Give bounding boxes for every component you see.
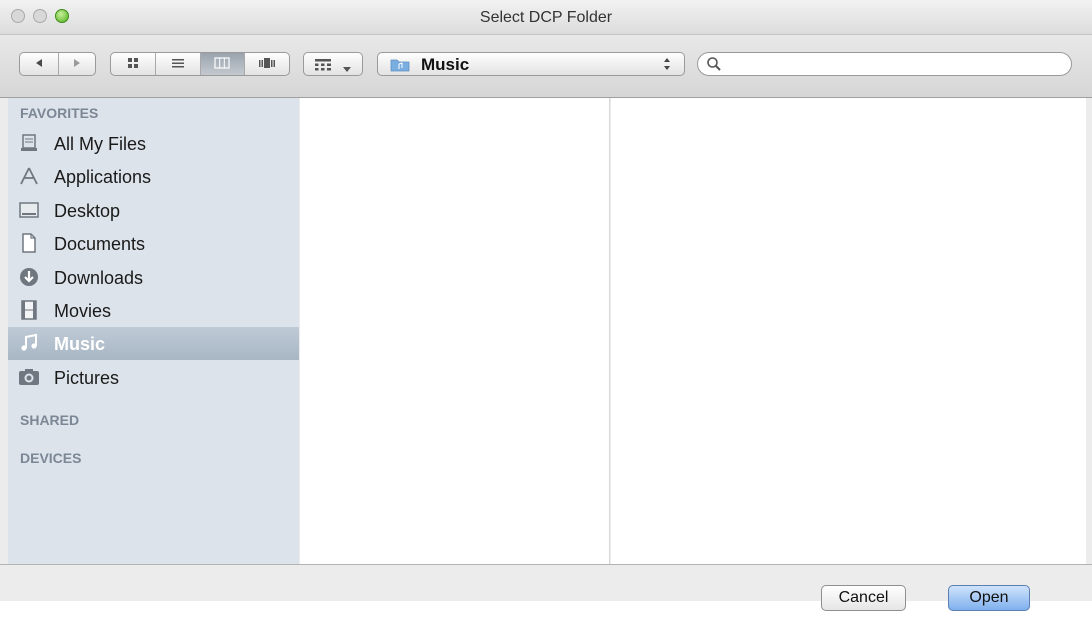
view-mode-control	[110, 52, 290, 76]
sidebar-item-pictures[interactable]: Pictures	[8, 361, 299, 394]
list-view-button[interactable]	[156, 53, 201, 75]
sidebar: FAVORITES All My Files Applications Desk…	[8, 98, 299, 564]
sidebar-item-applications[interactable]: Applications	[8, 160, 299, 193]
location-label: Music	[421, 55, 470, 74]
movies-icon	[18, 299, 40, 321]
section-header-shared: SHARED	[20, 412, 80, 428]
title-bar: Select DCP Folder	[0, 0, 1092, 35]
open-button[interactable]: Open	[948, 585, 1030, 611]
cancel-button[interactable]: Cancel	[821, 585, 906, 611]
back-forward-control	[19, 52, 96, 76]
popup-arrows-icon	[663, 57, 671, 76]
browser-column-1[interactable]	[300, 98, 610, 564]
sidebar-item-documents[interactable]: Documents	[8, 227, 299, 260]
back-arrow-icon	[34, 57, 44, 71]
forward-button[interactable]	[59, 53, 96, 75]
bottom-bar: Cancel Open	[0, 564, 1092, 611]
sidebar-item-all-my-files[interactable]: All My Files	[8, 127, 299, 160]
column-view-icon	[214, 56, 230, 72]
cover-flow-icon	[258, 57, 276, 72]
list-view-icon	[171, 57, 185, 72]
sidebar-item-label: Applications	[54, 167, 152, 187]
applications-icon	[18, 165, 40, 187]
browser-column-2[interactable]	[611, 98, 1086, 564]
all-my-files-icon	[18, 132, 40, 154]
back-button[interactable]	[20, 53, 59, 75]
desktop-icon	[18, 199, 40, 221]
pictures-icon	[18, 366, 40, 388]
sidebar-item-label: Downloads	[54, 268, 144, 288]
icon-view-button[interactable]	[111, 53, 156, 75]
sidebar-item-label: Desktop	[54, 201, 121, 221]
search-input[interactable]	[728, 55, 1062, 75]
sidebar-item-label: All My Files	[54, 134, 147, 154]
downloads-icon	[18, 266, 40, 288]
toolbar: Music	[0, 35, 1092, 98]
window-title: Select DCP Folder	[479, 9, 613, 26]
chevron-down-icon	[343, 60, 351, 78]
column-view-button[interactable]	[200, 53, 246, 75]
sidebar-item-label: Documents	[54, 234, 146, 254]
sidebar-item-music[interactable]: Music	[8, 327, 299, 360]
arrange-menu-icon	[315, 58, 331, 76]
sidebar-item-label: Music	[54, 334, 106, 354]
arrange-menu-button[interactable]	[303, 52, 363, 76]
open-dialog-window: Select DCP Folder Music FAVORITES All My…	[0, 0, 1092, 611]
search-icon	[706, 56, 722, 77]
icon-view-icon	[127, 57, 139, 72]
sidebar-item-movies[interactable]: Movies	[8, 294, 299, 327]
documents-icon	[18, 232, 40, 254]
search-field[interactable]	[697, 52, 1072, 76]
section-header-favorites: FAVORITES	[20, 105, 99, 121]
music-icon	[18, 332, 40, 354]
sidebar-item-desktop[interactable]: Desktop	[8, 194, 299, 227]
location-popup[interactable]: Music	[377, 52, 685, 76]
sidebar-item-label: Movies	[54, 301, 112, 321]
music-folder-icon	[390, 58, 410, 77]
sidebar-item-downloads[interactable]: Downloads	[8, 261, 299, 294]
sidebar-item-label: Pictures	[54, 368, 120, 388]
section-header-devices: DEVICES	[20, 450, 82, 466]
forward-arrow-icon	[72, 57, 82, 71]
cover-flow-button[interactable]	[245, 53, 289, 75]
